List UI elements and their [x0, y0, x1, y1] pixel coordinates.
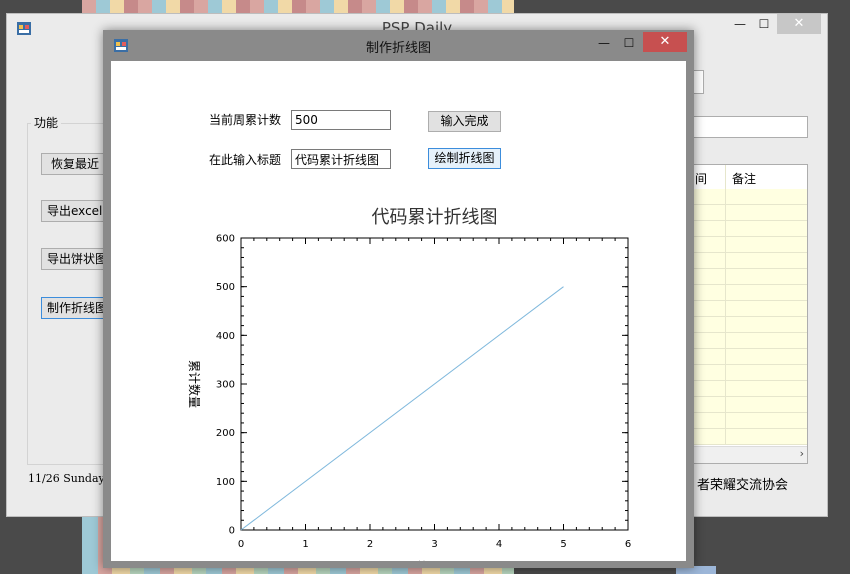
records-table[interactable]: 间 备注 › — [677, 164, 808, 464]
minimize-button[interactable]: — — [729, 14, 751, 34]
y-tick-label: 500 — [216, 282, 235, 293]
x-tick-label: 3 — [431, 539, 437, 550]
export-pie-chart-button[interactable]: 导出饼状图 — [41, 248, 111, 270]
status-date: 11/26 Sunday — [28, 472, 105, 485]
chart-title: 代码累计折线图 — [372, 207, 498, 228]
minimize-button[interactable]: — — [593, 32, 615, 54]
x-tick-label: 1 — [302, 539, 308, 550]
x-tick-label: 2 — [367, 539, 373, 550]
y-tick-label: 300 — [216, 380, 235, 391]
line-chart: 代码累计折线图 0 1 2 3 4 5 6 0 100 200 300 400 500 600 第几周 累计数量 — [187, 207, 631, 561]
x-tick-label: 0 — [238, 539, 244, 550]
table-body[interactable] — [677, 189, 807, 445]
maximize-button[interactable]: ☐ — [753, 14, 775, 34]
right-input-field[interactable] — [693, 70, 704, 94]
dialog-client-area: 当前周累计数 输入完成 在此输入标题 绘制折线图 代码累计折线图01234560… — [111, 61, 686, 561]
close-button[interactable]: ✕ — [643, 32, 687, 52]
y-tick-label: 600 — [216, 234, 235, 245]
line-chart-dialog: 制作折线图 — ☐ ✕ 当前周累计数 输入完成 在此输入标题 绘制折线图 代码累… — [103, 30, 694, 568]
x-tick-label: 4 — [496, 539, 502, 550]
close-button[interactable]: ✕ — [777, 14, 821, 34]
y-tick-label: 0 — [229, 526, 235, 537]
y-tick-label: 100 — [216, 477, 235, 488]
table-header: 间 备注 — [677, 165, 807, 190]
column-header-time[interactable]: 间 — [695, 170, 707, 187]
data-series-line — [240, 286, 564, 531]
maximize-button[interactable]: ☐ — [618, 32, 640, 54]
y-tick-label: 200 — [216, 428, 235, 439]
right-text-field[interactable] — [687, 116, 808, 138]
x-tick-label: 6 — [625, 539, 631, 550]
y-tick-label: 400 — [216, 331, 235, 342]
scroll-right-arrow-icon[interactable]: › — [800, 447, 804, 460]
column-header-note[interactable]: 备注 — [732, 170, 756, 187]
footer-text: 者荣耀交流协会 — [697, 478, 789, 493]
horizontal-scrollbar[interactable]: › — [677, 446, 807, 463]
x-tick-label: 5 — [560, 539, 566, 550]
make-line-chart-button[interactable]: 制作折线图 — [41, 297, 111, 319]
function-group-label: 功能 — [31, 114, 62, 131]
column-divider — [725, 165, 726, 445]
x-axis-label: 第几周 — [416, 560, 452, 561]
y-axis-label: 累计数量 — [187, 360, 202, 408]
export-excel-button[interactable]: 导出excel — [41, 200, 111, 222]
restore-recent-button[interactable]: 恢复最近 — [41, 153, 111, 175]
